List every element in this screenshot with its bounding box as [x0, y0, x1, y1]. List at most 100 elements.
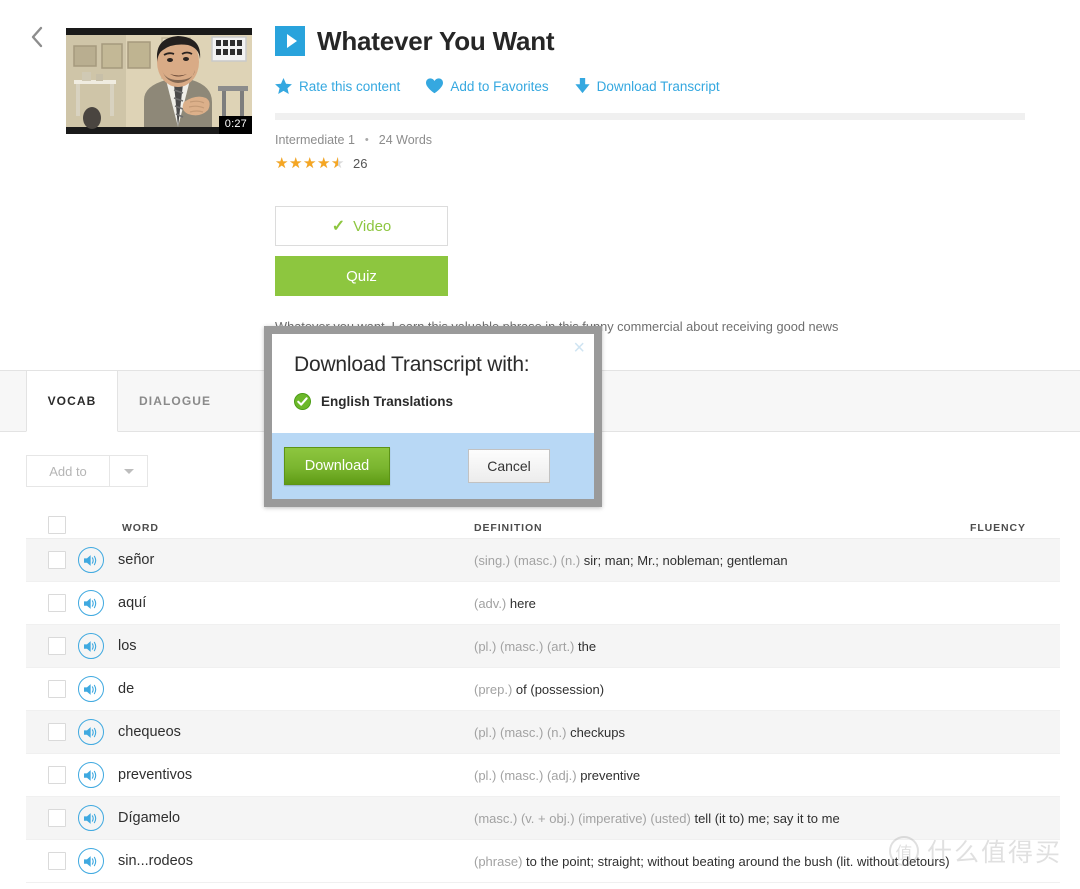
modal-title: Download Transcript with: — [294, 353, 530, 376]
row-select-cell — [26, 723, 78, 741]
definition-text: checkups — [570, 724, 625, 740]
definition-text: to the point; straight; without beating … — [526, 853, 950, 869]
row-checkbox[interactable] — [48, 637, 66, 655]
play-audio-button[interactable] — [78, 848, 104, 874]
chevron-down-icon — [123, 468, 134, 474]
part-of-speech: (prep.) — [474, 681, 513, 697]
word-cell: Dígamelo — [78, 805, 474, 831]
play-audio-button[interactable] — [78, 719, 104, 745]
video-thumbnail[interactable]: 0:27 — [66, 28, 252, 134]
play-audio-button[interactable] — [78, 676, 104, 702]
play-audio-button[interactable] — [78, 547, 104, 573]
word-text: sin...rodeos — [118, 853, 193, 869]
close-icon[interactable]: × — [573, 338, 585, 358]
add-to-dropdown-button[interactable] — [110, 455, 148, 487]
rating-row[interactable]: ★ ★ ★ ★ ★ ★ ★ ★ ★ ★ 26 — [275, 156, 1060, 171]
video-duration: 0:27 — [218, 116, 252, 134]
row-checkbox[interactable] — [48, 594, 66, 612]
word-cell: chequeos — [78, 719, 474, 745]
word-text: Dígamelo — [118, 810, 181, 826]
star-rating[interactable]: ★ ★ ★ ★ ★ ★ ★ ★ ★ ★ — [275, 156, 345, 171]
table-row[interactable]: sin...rodeos (phrase) to the point; strai… — [26, 840, 1060, 883]
row-select-cell — [26, 637, 78, 655]
quiz-button[interactable]: Quiz — [275, 256, 448, 296]
word-cell: de — [78, 676, 474, 702]
quiz-button-label: Quiz — [346, 267, 377, 285]
star-fill: ★ — [303, 156, 317, 171]
chevron-left-icon — [31, 26, 43, 48]
video-button[interactable]: ✓ Video — [275, 206, 448, 246]
row-checkbox[interactable] — [48, 723, 66, 741]
speaker-icon — [84, 683, 97, 695]
row-checkbox[interactable] — [48, 766, 66, 784]
table-header: WORD DEFINITION FLUENCY — [26, 505, 1060, 539]
play-audio-button[interactable] — [78, 762, 104, 788]
row-select-cell — [26, 809, 78, 827]
word-cell: aquí — [78, 590, 474, 616]
heart-icon — [426, 78, 444, 94]
star-fill: ★ — [331, 156, 338, 171]
part-of-speech: (phrase) — [474, 853, 523, 869]
star-icon[interactable]: ★ ★ — [289, 156, 303, 171]
star-icon[interactable]: ★ ★ — [317, 156, 331, 171]
tab-dialogue[interactable]: DIALOGUE — [118, 371, 232, 431]
word-text: de — [118, 681, 135, 697]
download-transcript-link[interactable]: Download Transcript — [574, 78, 720, 94]
rate-content-link[interactable]: Rate this content — [275, 78, 400, 94]
row-checkbox[interactable] — [48, 852, 66, 870]
table-row[interactable]: los (pl.) (masc.) (art.) the — [26, 625, 1060, 668]
star-icon[interactable]: ★ ★ — [275, 156, 289, 171]
add-to-label: Add to — [49, 463, 87, 479]
page-title: Whatever You Want — [317, 26, 555, 56]
star-fill: ★ — [317, 156, 331, 171]
add-to-favorites-link[interactable]: Add to Favorites — [426, 78, 549, 94]
part-of-speech: (pl.) (masc.) (art.) — [474, 638, 575, 654]
action-links: Rate this content Add to Favorites Downl… — [275, 78, 1060, 94]
definition-cell: (adv.) here — [474, 594, 970, 613]
play-audio-button[interactable] — [78, 805, 104, 831]
word-cell: los — [78, 633, 474, 659]
row-select-cell — [26, 551, 78, 569]
play-audio-button[interactable] — [78, 590, 104, 616]
add-to-favorites-label: Add to Favorites — [450, 78, 549, 94]
table-row[interactable]: aquí (adv.) here — [26, 582, 1060, 625]
word-text: señor — [118, 552, 155, 568]
english-translations-option[interactable]: English Translations — [294, 393, 572, 410]
definition-text: here — [509, 595, 536, 611]
row-checkbox[interactable] — [48, 809, 66, 827]
speaker-icon — [84, 554, 97, 566]
add-to-button[interactable]: Add to — [26, 455, 110, 487]
star-icon[interactable]: ★ ★ — [303, 156, 317, 171]
add-to-group: Add to — [26, 455, 148, 487]
definition-text: the — [578, 638, 597, 654]
speaker-icon — [84, 812, 97, 824]
table-row[interactable]: de (prep.) of (possession) — [26, 668, 1060, 711]
row-select-cell — [26, 852, 78, 870]
row-select-cell — [26, 594, 78, 612]
tab-dialogue-label: DIALOGUE — [139, 394, 212, 408]
definition-text: of (possession) — [515, 681, 605, 697]
definition-cell: (masc.) (v. + obj.) (imperative) (usted)… — [474, 809, 970, 828]
vocab-table: WORD DEFINITION FLUENCY señor (sing.) (ma… — [26, 505, 1060, 883]
play-icon[interactable] — [275, 26, 305, 56]
select-all-checkbox[interactable] — [48, 516, 66, 534]
definition-text: sir; man; Mr.; nobleman; gentleman — [583, 552, 788, 568]
row-checkbox[interactable] — [48, 680, 66, 698]
row-checkbox[interactable] — [48, 551, 66, 569]
table-row[interactable]: Dígamelo (masc.) (v. + obj.) (imperative)… — [26, 797, 1060, 840]
column-header-fluency: FLUENCY — [970, 522, 1026, 534]
download-button[interactable]: Download — [284, 447, 390, 485]
table-row[interactable]: señor (sing.) (masc.) (n.) sir; man; Mr.;… — [26, 539, 1060, 582]
table-row[interactable]: chequeos (pl.) (masc.) (n.) checkups — [26, 711, 1060, 754]
part-of-speech: (adv.) — [474, 595, 507, 611]
table-row[interactable]: preventivos (pl.) (masc.) (adj.) preventi… — [26, 754, 1060, 797]
cancel-button[interactable]: Cancel — [468, 449, 550, 483]
content-header: 0:27 Whatever You Want Rate this content… — [0, 0, 1080, 370]
play-audio-button[interactable] — [78, 633, 104, 659]
column-header-word: WORD — [122, 522, 159, 534]
back-button[interactable] — [22, 22, 52, 52]
star-icon — [275, 78, 292, 94]
level-label: Intermediate 1 — [275, 133, 355, 147]
star-icon[interactable]: ★ ★ — [331, 156, 345, 171]
tab-vocab[interactable]: VOCAB — [26, 371, 118, 432]
